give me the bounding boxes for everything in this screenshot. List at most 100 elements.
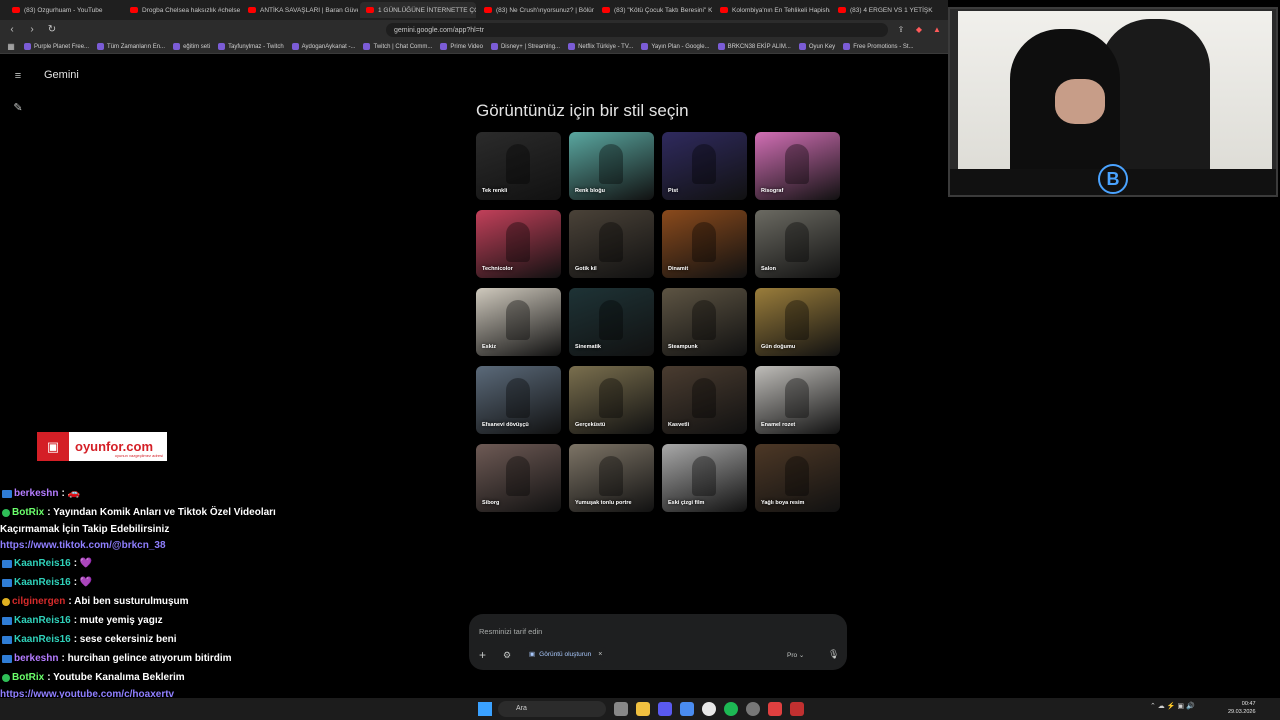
bookmark-label: Netflix Türkiye - TV... xyxy=(578,43,634,50)
style-label: Eskiz xyxy=(482,344,497,350)
app-title: Gemini xyxy=(44,69,79,81)
tools-icon[interactable]: ⚙ xyxy=(503,650,511,661)
style-label: Pist xyxy=(668,188,679,194)
new-chat-icon[interactable]: ✎ xyxy=(12,102,24,114)
browser-tab[interactable]: (83) "Kötü Çocuk Taktı Beresini" Kiz xyxy=(596,2,712,18)
bookmark-item[interactable]: eğitim seti xyxy=(173,43,210,50)
style-thumbnail xyxy=(599,378,623,418)
chrome-icon[interactable] xyxy=(702,702,716,716)
style-card[interactable]: Gerçeküstü xyxy=(569,366,654,434)
mode-selector[interactable]: Pro ⌄ xyxy=(787,651,804,659)
browser-tab[interactable]: Drogba Chelsea haksızlık #chelsea xyxy=(124,2,240,18)
style-label: Enamel rozet xyxy=(761,422,796,428)
app-icon[interactable] xyxy=(680,702,694,716)
menu-icon[interactable]: ≡ xyxy=(12,70,24,82)
microphone-icon[interactable]: 🎙 xyxy=(828,649,839,660)
task-view-icon[interactable] xyxy=(614,702,628,716)
style-card[interactable]: Gotik kil xyxy=(569,210,654,278)
tab-title: (83) 4 ERGEN VS 1 YETİŞK xyxy=(850,6,933,14)
reload-icon[interactable]: ↻ xyxy=(46,24,58,36)
chat-username: BotRix xyxy=(12,507,45,518)
bookmark-item[interactable]: Purple Planet Free... xyxy=(24,43,89,50)
share-icon[interactable]: ⇪ xyxy=(896,25,906,35)
url-field[interactable]: gemini.google.com/app?hl=tr xyxy=(386,23,888,37)
image-icon: ▣ xyxy=(529,651,536,658)
style-card[interactable]: Eski çizgi film xyxy=(662,444,747,512)
style-card[interactable]: Efsanevi dövüşçü xyxy=(476,366,561,434)
apps-grid-icon[interactable]: ▦ xyxy=(6,42,16,52)
start-icon[interactable] xyxy=(478,702,492,716)
style-label: Sinematik xyxy=(575,344,601,350)
bookmark-item[interactable]: Free Promotions - St... xyxy=(843,43,914,50)
chat-message: KaanReis16: 💜 xyxy=(0,573,340,592)
clock[interactable]: 00:47 29.03.2026 xyxy=(1228,700,1256,716)
bookmark-item[interactable]: Prime Video xyxy=(440,43,483,50)
style-card[interactable]: Eskiz xyxy=(476,288,561,356)
bookmark-item[interactable]: BRKCN38 EKİP ALIM... xyxy=(717,43,791,50)
bookmark-favicon-icon xyxy=(173,43,181,50)
extension-icon[interactable]: ◆ xyxy=(914,25,924,35)
browser-tab[interactable]: (83) Ozgurhuam - YouTube xyxy=(6,2,122,18)
bookmark-label: Tüm Zamanların En... xyxy=(107,43,166,50)
forward-icon[interactable]: › xyxy=(26,24,38,36)
chat-text: : sese cekersiniz beni xyxy=(73,634,177,645)
bookmark-item[interactable]: Disney+ | Streaming... xyxy=(490,43,560,50)
bookmark-item[interactable]: Netflix Türkiye - TV... xyxy=(568,43,633,50)
style-card[interactable]: Pist xyxy=(662,132,747,200)
brave-icon[interactable] xyxy=(768,702,782,716)
style-card[interactable]: Sinematik xyxy=(569,288,654,356)
app-icon[interactable] xyxy=(790,702,804,716)
chat-message-continuation: Kaçırmamak İçin Takip Edebilirsiniz xyxy=(0,524,170,535)
chat-message: cilginergen: Abi ben susturulmuşum xyxy=(0,592,340,611)
taskbar-search[interactable]: Ara xyxy=(498,701,606,717)
style-card[interactable]: Salon xyxy=(755,210,840,278)
browser-tab[interactable]: 1 GÜNLÜĞÜNE İNTERNETTE ÇOCUK xyxy=(360,2,476,18)
app-icon[interactable] xyxy=(658,702,672,716)
bookmark-label: Prime Video xyxy=(450,43,483,50)
bookmark-item[interactable]: Tüm Zamanların En... xyxy=(97,43,165,50)
bookmark-favicon-icon xyxy=(218,43,226,50)
style-card[interactable]: Yağlı boya resim xyxy=(755,444,840,512)
style-card[interactable]: Kasvetli xyxy=(662,366,747,434)
chat-message: berkeshn: hurcihan gelince atıyorum biti… xyxy=(0,649,340,668)
back-icon[interactable]: ‹ xyxy=(6,24,18,36)
style-card[interactable]: Gün doğumu xyxy=(755,288,840,356)
bookmark-item[interactable]: Oyun Key xyxy=(798,43,835,50)
extension-icon[interactable]: ▲ xyxy=(932,25,942,35)
style-card[interactable]: Tek renkli xyxy=(476,132,561,200)
youtube-icon xyxy=(12,7,20,13)
bookmark-item[interactable]: Tayfunylmaz - Twitch xyxy=(218,43,284,50)
style-card[interactable]: Risograf xyxy=(755,132,840,200)
browser-tab[interactable]: (83) 4 ERGEN VS 1 YETİŞK xyxy=(832,2,948,18)
browser-tab[interactable]: (83) Ne Crush'ınyorsunuz? | Bölüm xyxy=(478,2,594,18)
style-card[interactable]: Enamel rozet xyxy=(755,366,840,434)
app-icon[interactable] xyxy=(746,702,760,716)
style-card[interactable]: Technicolor xyxy=(476,210,561,278)
style-card[interactable]: Renk bloğu xyxy=(569,132,654,200)
browser-tab[interactable]: Kolombiya'nın En Tehlikeli Hapishan xyxy=(714,2,830,18)
style-label: Gotik kil xyxy=(575,266,597,272)
chip-close-icon[interactable]: × xyxy=(598,651,602,658)
taskbar: Ara ⌃ ☁ ⚡ ▣ 🔊 00:47 29.03.2026 xyxy=(0,698,1280,720)
style-card[interactable]: Steampunk xyxy=(662,288,747,356)
create-image-chip[interactable]: ▣ Görüntü oluşturun × xyxy=(523,647,609,661)
style-label: Gerçeküstü xyxy=(575,422,606,428)
prompt-input[interactable] xyxy=(479,624,809,638)
style-card[interactable]: Dinamit xyxy=(662,210,747,278)
style-card[interactable]: Yumuşak tonlu portre xyxy=(569,444,654,512)
add-icon[interactable]: + xyxy=(479,648,486,662)
spotify-icon[interactable] xyxy=(724,702,738,716)
bookmark-item[interactable]: Yayın Plan - Google... xyxy=(641,43,710,50)
style-card[interactable]: Siborg xyxy=(476,444,561,512)
bookmark-label: Free Promotions - St... xyxy=(853,43,914,50)
style-thumbnail xyxy=(692,300,716,340)
browser-tab[interactable]: ANTİKA SAVAŞLARI | Baran Güven xyxy=(242,2,358,18)
prompt-box: + ⚙ ▣ Görüntü oluşturun × Pro ⌄ 🎙 xyxy=(469,614,847,670)
bookmark-item[interactable]: AydoganAykanat -... xyxy=(291,43,355,50)
system-tray[interactable]: ⌃ ☁ ⚡ ▣ 🔊 xyxy=(1150,702,1195,710)
file-explorer-icon[interactable] xyxy=(636,702,650,716)
tab-title: Kolombiya'nın En Tehlikeli Hapishan xyxy=(732,6,830,14)
bookmark-item[interactable]: Twitch | Chat Comm... xyxy=(363,43,432,50)
chat-link[interactable]: https://www.tiktok.com/@brkcn_38 xyxy=(0,538,340,554)
style-thumbnail xyxy=(692,144,716,184)
